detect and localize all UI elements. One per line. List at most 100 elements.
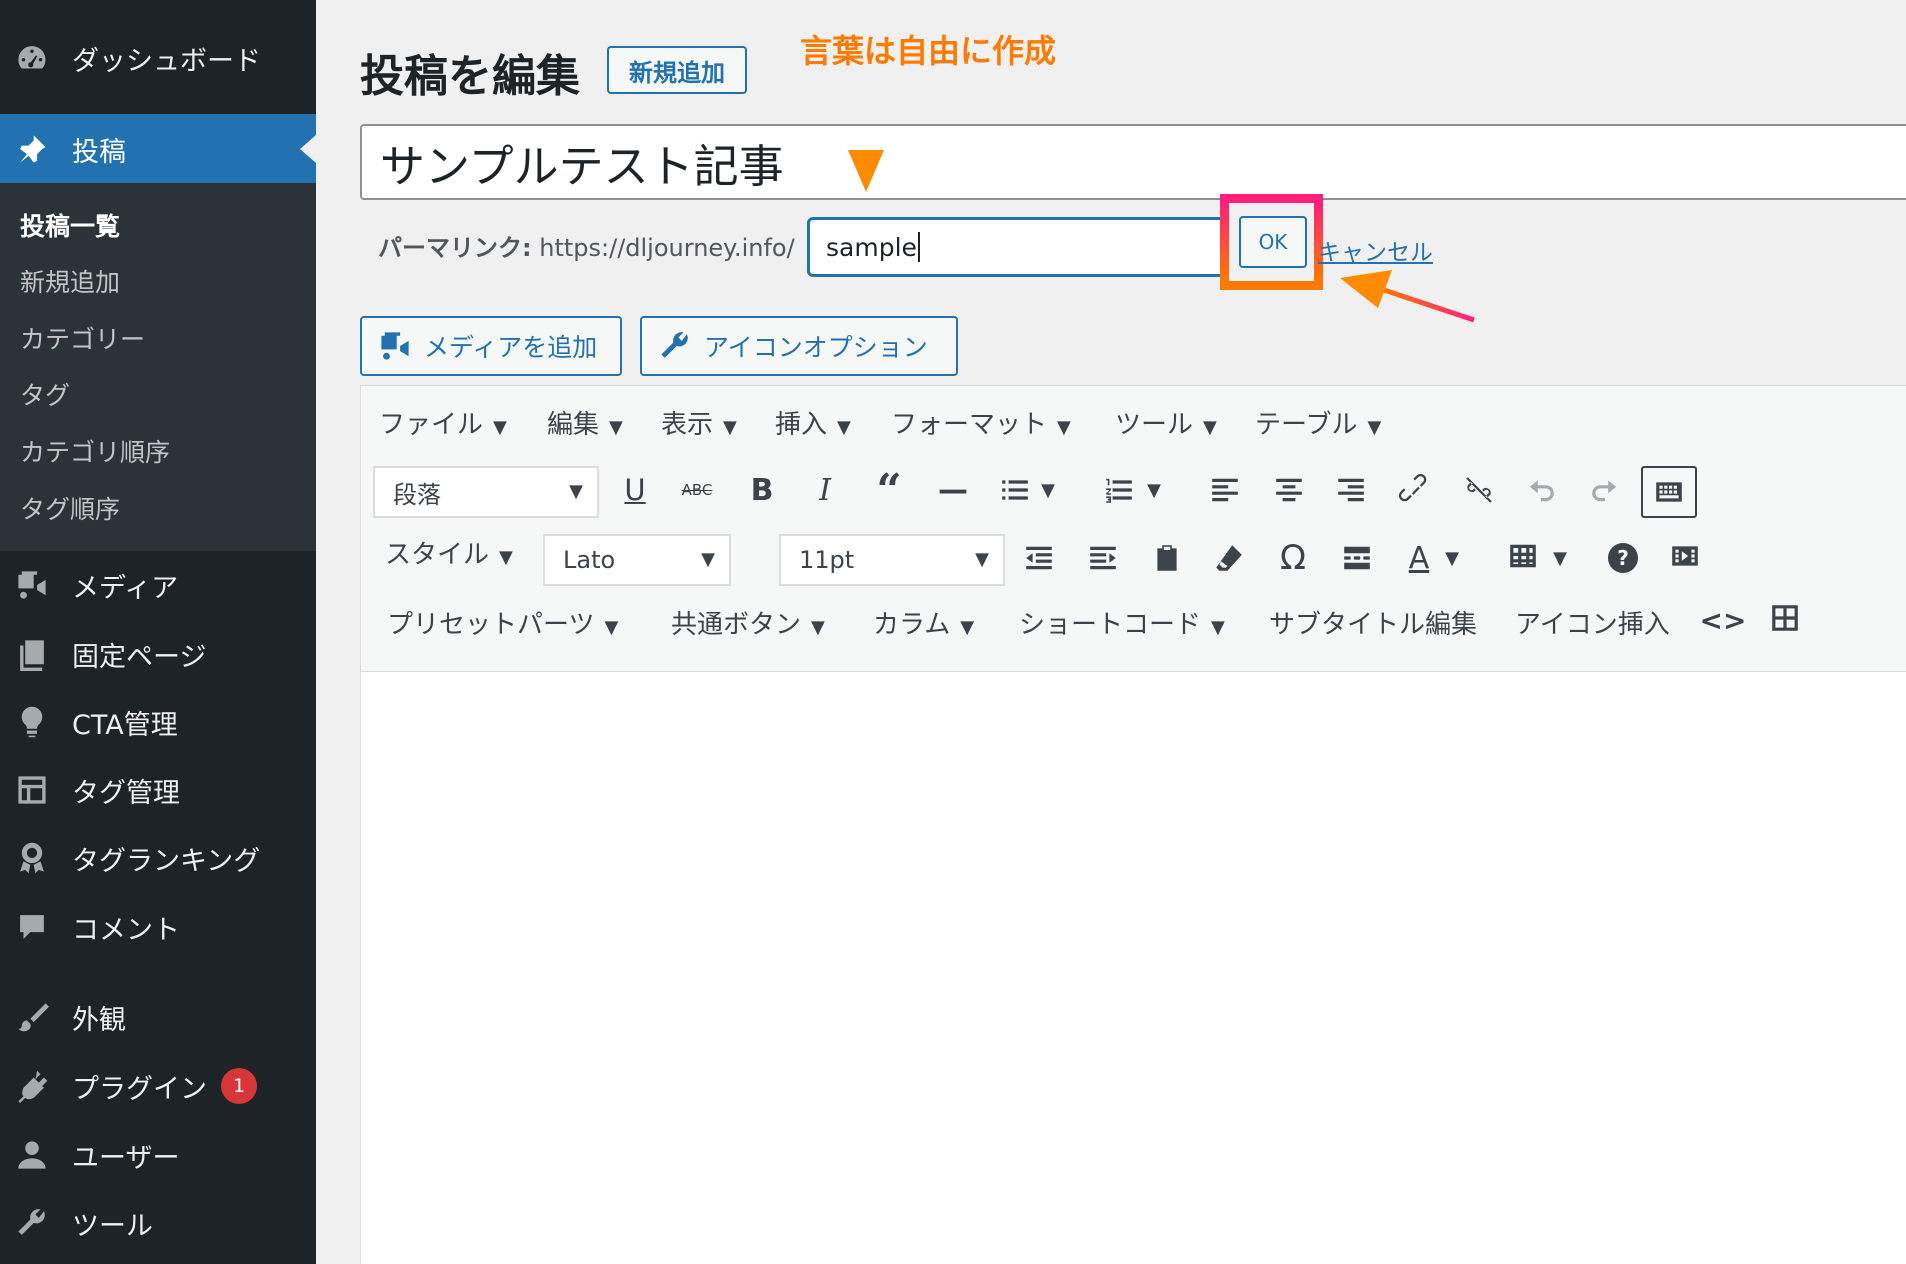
numbered-list-dropdown[interactable]: ▼ <box>1139 468 1169 512</box>
align-left-button[interactable] <box>1203 468 1247 512</box>
indent-button[interactable] <box>1081 536 1125 580</box>
pin-icon <box>14 131 50 167</box>
italic-button[interactable]: I <box>803 468 847 512</box>
menu-tools[interactable]: ツール ▼ <box>1115 404 1217 441</box>
menu-comments[interactable]: コメント <box>0 897 316 957</box>
text-color-button[interactable]: A <box>1397 536 1441 580</box>
media-icon <box>381 332 409 360</box>
menu-cta[interactable]: CTA管理 <box>0 692 316 752</box>
table-button[interactable] <box>1501 534 1545 578</box>
read-more-button[interactable] <box>1335 536 1379 580</box>
caret-down-icon: ▼ <box>1367 417 1382 438</box>
icon-option-button[interactable]: アイコンオプション <box>640 316 958 376</box>
preset-parts-menu[interactable]: プリセットパーツ ▼ <box>387 604 618 641</box>
add-new-button[interactable]: 新規追加 <box>607 46 747 94</box>
slug-value: sample <box>826 232 917 262</box>
underline-button[interactable]: U <box>613 468 657 512</box>
caret-down-icon: ▼ <box>960 617 975 638</box>
menu-edit[interactable]: 編集 ▼ <box>547 404 623 441</box>
undo-button[interactable] <box>1519 468 1563 512</box>
align-center-icon <box>1276 478 1302 502</box>
style-menu[interactable]: スタイル ▼ <box>385 534 513 571</box>
paste-text-button[interactable] <box>1145 536 1189 580</box>
icon-option-label: アイコンオプション <box>704 333 928 362</box>
menu-file[interactable]: ファイル ▼ <box>379 404 507 441</box>
unlink-icon <box>1466 477 1492 503</box>
menu-insert-label: 挿入 <box>775 410 828 440</box>
menu-media[interactable]: メディア <box>0 555 316 615</box>
align-center-button[interactable] <box>1267 468 1311 512</box>
menu-insert[interactable]: 挿入 ▼ <box>775 404 851 441</box>
submenu-categories[interactable]: カテゴリー <box>20 320 145 356</box>
add-media-button[interactable]: メディアを追加 <box>360 316 622 376</box>
submenu-all-posts[interactable]: 投稿一覧 <box>20 207 120 243</box>
menu-pages[interactable]: 固定ページ <box>0 624 316 684</box>
bullet-list-button[interactable] <box>993 468 1037 512</box>
menu-users[interactable]: ユーザー <box>0 1125 316 1185</box>
bullet-list-dropdown[interactable]: ▼ <box>1033 468 1063 512</box>
editor-toolbar: ファイル ▼ 編集 ▼ 表示 ▼ 挿入 ▼ フォーマット ▼ ツール ▼ テーブル ▼ 段落 ▼… <box>361 386 1906 672</box>
menu-label: CTA管理 <box>72 709 178 741</box>
toolbar-toggle-button[interactable] <box>1641 466 1697 518</box>
menu-posts[interactable]: 投稿 <box>0 114 316 184</box>
menu-tag-ranking[interactable]: タグランキング <box>0 828 316 888</box>
menu-label: メディア <box>72 572 179 604</box>
dashboard-icon <box>14 40 50 76</box>
menu-appearance[interactable]: 外観 <box>0 987 316 1047</box>
fullscreen-button[interactable] <box>1663 534 1707 578</box>
menu-view[interactable]: 表示 ▼ <box>661 404 737 441</box>
menu-tag-management[interactable]: タグ管理 <box>0 760 316 820</box>
wrench-icon <box>661 332 688 358</box>
menu-tools[interactable]: ツール <box>0 1193 316 1253</box>
permalink-cancel-link[interactable]: キャンセル <box>1318 233 1433 267</box>
menu-dashboard[interactable]: ダッシュボード <box>0 28 316 88</box>
clear-formatting-button[interactable] <box>1207 536 1251 580</box>
submenu-tags[interactable]: タグ <box>20 376 70 412</box>
menu-format[interactable]: フォーマット ▼ <box>891 404 1071 441</box>
caret-down-icon: ▼ <box>1147 479 1161 501</box>
menu-table[interactable]: テーブル ▼ <box>1255 404 1381 441</box>
blockquote-button[interactable]: “ <box>867 465 911 516</box>
menu-view-label: 表示 <box>661 410 714 440</box>
font-size-select[interactable]: 11pt ▼ <box>779 534 1005 586</box>
slug-input[interactable]: sample <box>807 217 1227 277</box>
menu-label: ダッシュボード <box>72 45 261 77</box>
bold-button[interactable]: B <box>740 468 784 512</box>
unlink-button[interactable] <box>1457 468 1501 512</box>
submenu-add-new[interactable]: 新規追加 <box>20 263 120 299</box>
strikethrough-button[interactable]: ABC <box>675 468 719 512</box>
table-dropdown[interactable]: ▼ <box>1545 536 1575 580</box>
help-button[interactable]: ? <box>1601 536 1645 580</box>
redo-button[interactable] <box>1583 468 1627 512</box>
special-character-button[interactable]: Ω <box>1271 536 1315 580</box>
horizontal-line-button[interactable]: — <box>931 468 975 512</box>
menu-table-label: テーブル <box>1255 410 1358 440</box>
brush-icon <box>14 999 50 1035</box>
align-right-button[interactable] <box>1329 468 1373 512</box>
shortcode-label: ショートコード <box>1019 610 1202 640</box>
font-family-select[interactable]: Lato ▼ <box>543 534 731 586</box>
menu-plugins[interactable]: プラグイン 1 <box>0 1056 316 1116</box>
column-menu[interactable]: カラム ▼ <box>873 604 974 641</box>
permalink-ok-button[interactable]: OK <box>1239 216 1307 268</box>
media-icon <box>14 567 50 603</box>
icon-insert-button[interactable]: アイコン挿入 <box>1515 604 1670 641</box>
common-button-label: 共通ボタン <box>671 610 802 640</box>
post-title-input[interactable]: サンプルテスト記事 <box>360 124 1906 200</box>
text-color-dropdown[interactable]: ▼ <box>1437 536 1467 580</box>
subtitle-edit-button[interactable]: サブタイトル編集 <box>1269 604 1477 641</box>
shortcode-menu[interactable]: ショートコード ▼ <box>1019 604 1225 641</box>
numbered-list-button[interactable] <box>1097 468 1141 512</box>
submenu-category-order[interactable]: カテゴリ順序 <box>20 433 170 469</box>
submenu-tag-order[interactable]: タグ順序 <box>20 490 120 526</box>
format-select[interactable]: 段落 ▼ <box>373 466 599 518</box>
menu-label: コメント <box>72 914 180 946</box>
insert-link-button[interactable] <box>1393 468 1437 512</box>
code-icon[interactable]: <> <box>1700 598 1747 642</box>
table-insert-button[interactable] <box>1763 596 1807 640</box>
format-select-value: 段落 <box>393 480 441 509</box>
lightbulb-icon <box>14 704 50 740</box>
common-button-menu[interactable]: 共通ボタン ▼ <box>671 604 825 641</box>
outdent-button[interactable] <box>1017 536 1061 580</box>
user-icon <box>14 1137 50 1173</box>
